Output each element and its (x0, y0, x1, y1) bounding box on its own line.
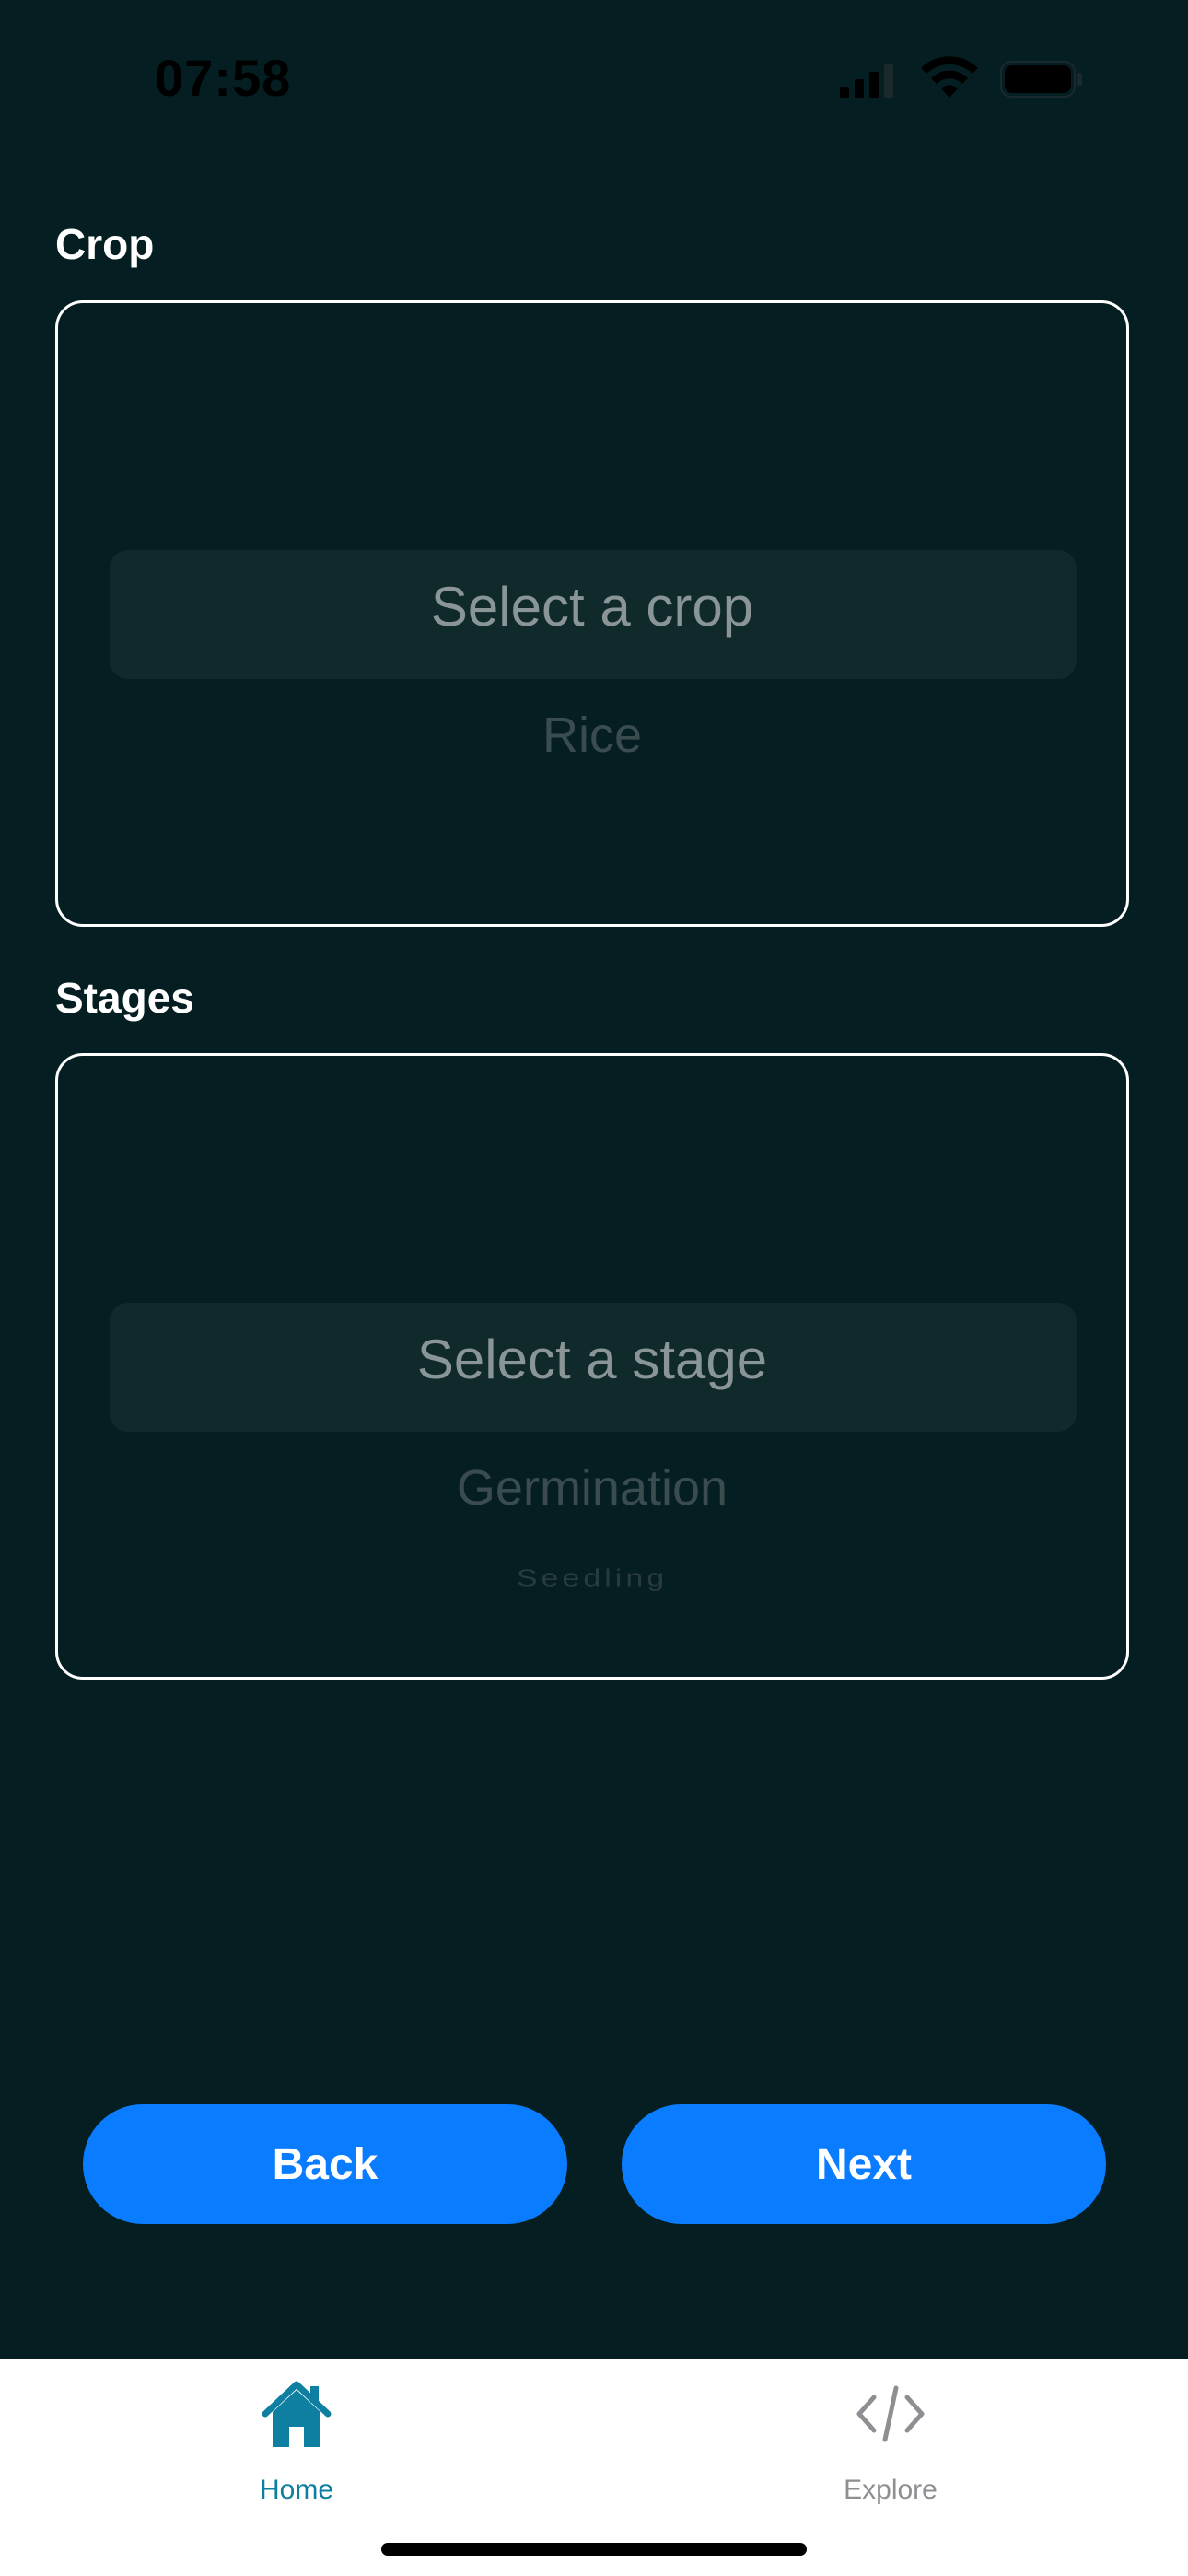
home-indicator[interactable] (381, 2543, 807, 2556)
battery-icon (1000, 61, 1082, 98)
tab-home[interactable]: Home (204, 2379, 389, 2517)
stage-picker[interactable]: Select a stage Germination Seedling (55, 1053, 1129, 1680)
stage-picker-option[interactable]: Germination (58, 1459, 1126, 1516)
cellular-signal-icon (840, 64, 893, 98)
tab-explore[interactable]: Explore (798, 2379, 983, 2517)
stage-picker-option[interactable]: Seedling (58, 1565, 1126, 1592)
tab-home-label: Home (259, 2475, 334, 2505)
stages-section-label: Stages (55, 974, 194, 1022)
next-button[interactable]: Next (622, 2104, 1106, 2224)
home-icon (262, 2381, 332, 2447)
code-icon (856, 2385, 925, 2442)
back-button[interactable]: Back (83, 2104, 567, 2224)
crop-picker-selected-option[interactable]: Select a crop (58, 575, 1126, 638)
tab-explore-label: Explore (844, 2475, 938, 2505)
stage-picker-selected-option[interactable]: Select a stage (58, 1328, 1126, 1391)
status-time: 07:58 (155, 49, 292, 107)
crop-picker-option[interactable]: Rice (58, 707, 1126, 764)
wifi-icon (921, 56, 978, 98)
crop-section-label: Crop (55, 220, 155, 268)
crop-picker[interactable]: Select a crop Rice (55, 300, 1129, 927)
status-bar: 07:58 (0, 0, 1188, 157)
